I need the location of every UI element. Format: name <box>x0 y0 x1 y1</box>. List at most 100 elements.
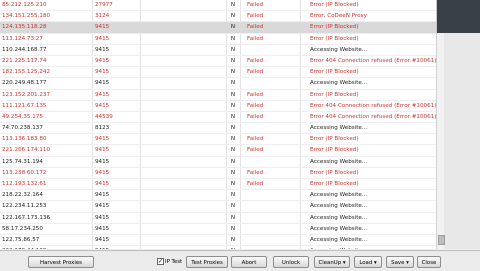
table-row[interactable]: 123.152.201.237 9415 N Failed Error (IP Bloc… <box>0 90 436 101</box>
ip-cell: 124.135.118.28 <box>2 24 47 31</box>
ip-cell: 113.124.73.27 <box>2 35 43 42</box>
table-row[interactable]: 122.75.86.57 9415 N Accessing Website... <box>0 235 436 247</box>
ip-cell: 85.212.125.210 <box>2 2 47 8</box>
table-row[interactable]: 218.22.32.164 9415 N Accessing Website... <box>0 190 436 202</box>
table-row[interactable]: 221.206.174.110 9415 N Failed Error (IP Bloc… <box>0 145 436 157</box>
ip-cell: 49.254.35.175 <box>2 113 43 120</box>
port-cell: 9415 <box>95 246 135 249</box>
port-cell: 9415 <box>95 24 110 31</box>
message-cell: Accessing Website... <box>310 225 368 232</box>
status-cell: Failed <box>247 113 264 120</box>
message-cell: Accessing Website... <box>310 192 368 199</box>
test-proxies-button[interactable]: Test Proxies <box>186 256 228 268</box>
load-button[interactable]: Load ▾ <box>354 256 382 268</box>
port-cell: 9415 <box>95 69 110 76</box>
status-cell: Failed <box>247 147 264 154</box>
port-cell: 9415 <box>95 169 110 176</box>
ip-cell: 112.193.132.61 <box>2 181 47 187</box>
flag-cell: N <box>230 125 236 132</box>
message-cell: Error (IP Blocked) <box>310 169 359 176</box>
table-row[interactable]: 111.121.67.135 9415 N Failed Error 404 Conne… <box>0 101 436 112</box>
port-cell: 9415 <box>95 158 110 165</box>
table-row[interactable]: 182.155.125.242 9415 N Failed Error (IP Bloc… <box>0 67 436 79</box>
message-cell: Error (IP Blocked) <box>310 91 359 98</box>
message-cell: Error 404 Connection refused (Error #100… <box>310 102 436 109</box>
ip-cell: 58.17.234.250 <box>2 225 43 232</box>
ip-test-label: IP Test <box>165 259 183 265</box>
message-cell: Accessing Website... <box>310 246 436 249</box>
flag-cell: N <box>230 80 236 87</box>
status-cell: Failed <box>247 2 264 8</box>
port-cell: 9415 <box>95 91 110 98</box>
proxy-results-table: 85.212.125.210 27977 N Failed Error (IP Bloc… <box>0 0 437 249</box>
harvest-proxies-button[interactable]: Harvest Proxies <box>28 256 94 268</box>
flag-cell: N <box>230 69 236 76</box>
table-row[interactable]: 134.151.255.180 3124 N Failed Error, CoDeeN … <box>0 11 436 23</box>
status-cell: Failed <box>247 169 264 176</box>
table-row[interactable]: 110.244.168.77 9415 N Accessing Website... <box>0 45 436 56</box>
status-cell <box>247 235 297 245</box>
cleanup-button[interactable]: CleanUp ▾ <box>314 256 350 268</box>
table-row[interactable]: 113.238.60.172 9415 N Failed Error (IP Block… <box>0 168 436 179</box>
port-cell: 9415 <box>95 147 110 154</box>
table-row[interactable]: 125.74.31.194 9415 N Accessing Website... <box>0 157 436 168</box>
message-cell: Accessing Website... <box>310 236 368 243</box>
status-cell: Failed <box>247 136 264 143</box>
ip-cell: 123.152.201.237 <box>2 91 51 98</box>
status-cell <box>247 45 297 55</box>
ip-cell: 110.244.168.77 <box>2 46 47 53</box>
message-cell: Accessing Website... <box>310 46 368 53</box>
status-cell <box>247 201 297 211</box>
status-cell: Failed <box>247 181 264 187</box>
message-cell: Error (IP Blocked) <box>310 136 359 143</box>
ip-cell: 182.155.125.242 <box>2 69 51 76</box>
table-row[interactable]: 122.234.11.253 9415 N Accessing Website... <box>0 201 436 213</box>
table-row[interactable]: 124.135.118.28 9415 N Failed Error (IP Block… <box>0 22 436 34</box>
ip-cell: 122.234.11.253 <box>2 203 47 210</box>
table-row[interactable]: 112.193.132.61 9415 N Failed Error (IP Block… <box>0 179 436 191</box>
ip-cell: 122.75.86.57 <box>2 236 40 243</box>
ip-cell: 221.225.117.74 <box>2 57 47 64</box>
unlock-button[interactable]: Unlock <box>273 256 309 268</box>
port-cell: 9415 <box>95 181 110 187</box>
message-cell: Error (IP Blocked) <box>310 69 359 76</box>
flag-cell: N <box>230 91 236 98</box>
flag-cell: N <box>230 35 236 42</box>
table-row[interactable]: 222.170.44.1099415 N Accessing Website... <box>0 246 436 249</box>
close-button[interactable]: Close <box>417 256 441 268</box>
flag-cell: N <box>230 214 236 221</box>
message-cell: Error 404 Connection refused (Error #100… <box>310 113 436 120</box>
save-button[interactable]: Save ▾ <box>386 256 414 268</box>
table-row[interactable]: 113.124.73.27 9415 N Failed Error (IP Blocke… <box>0 34 436 45</box>
table-row[interactable]: 221.225.117.74 9415 N Failed Error 404 Conne… <box>0 56 436 68</box>
status-cell <box>247 213 297 223</box>
table-row[interactable]: 74.70.238.137 8123 N Accessing Website... <box>0 123 436 135</box>
status-cell <box>247 246 297 249</box>
port-cell: 3124 <box>95 13 110 20</box>
table-row[interactable]: 220.249.48.177 9415 N Accessing Website... <box>0 78 436 90</box>
port-cell: 9415 <box>95 225 110 232</box>
ip-test-checkbox[interactable]: ✓ <box>157 258 164 265</box>
flag-cell: N <box>230 192 236 199</box>
table-row[interactable]: 49.254.35.175 44539 N Failed Error 404 Conne… <box>0 112 436 124</box>
table-row[interactable]: 85.212.125.210 27977 N Failed Error (IP Bloc… <box>0 0 436 12</box>
status-cell: Failed <box>247 69 264 76</box>
status-cell: Failed <box>247 91 264 98</box>
ip-cell: 125.74.31.194 <box>2 158 43 165</box>
ip-cell: 134.151.255.180 <box>2 13 51 20</box>
status-cell: Failed <box>247 57 264 64</box>
ip-cell: 74.70.238.137 <box>2 125 43 132</box>
abort-button[interactable]: Abort <box>231 256 267 268</box>
port-cell: 9415 <box>95 214 110 221</box>
scrollbar-thumb[interactable] <box>438 235 445 245</box>
vertical-scrollbar[interactable] <box>436 33 445 249</box>
status-cell <box>247 190 297 200</box>
table-row[interactable]: 58.17.234.250 9415 N Accessing Website... <box>0 224 436 235</box>
status-cell: Failed <box>247 102 264 109</box>
message-cell: Error (IP Blocked) <box>310 147 359 154</box>
table-row[interactable]: 122.167.173.136 9415 N Accessing Website... <box>0 213 436 224</box>
table-row[interactable]: 113.136.183.80 9415 N Failed Error (IP Block… <box>0 134 436 146</box>
message-cell: Accessing Website... <box>310 158 368 165</box>
flag-cell: N <box>230 102 236 109</box>
proxy-tool-window: 85.212.125.210 27977 N Failed Error (IP Bloc… <box>0 0 480 271</box>
